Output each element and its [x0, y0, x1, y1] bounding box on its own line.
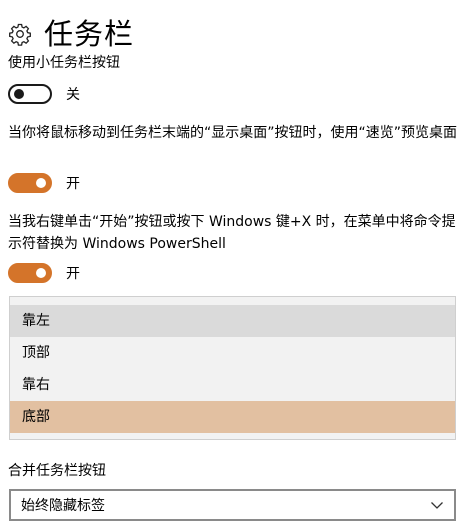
small-buttons-state: 关: [66, 87, 80, 103]
peek-state: 开: [66, 176, 80, 192]
combine-buttons-label: 合并任务栏按钮: [8, 463, 106, 479]
combine-buttons-select[interactable]: 始终隐藏标签: [9, 489, 456, 521]
combine-buttons-value: 始终隐藏标签: [21, 498, 105, 514]
page-header: 任务栏: [8, 14, 134, 54]
small-buttons-label: 使用小任务栏按钮: [8, 55, 120, 71]
peek-toggle-row: 开: [8, 171, 80, 195]
dropdown-option-right[interactable]: 靠右: [10, 369, 455, 401]
toggle-knob: [14, 89, 24, 99]
dropdown-option-bottom[interactable]: 底部: [10, 401, 455, 433]
page-title: 任务栏: [44, 17, 135, 51]
dropdown-option-left[interactable]: 靠左: [10, 305, 455, 337]
toggle-knob: [36, 268, 46, 278]
peek-toggle[interactable]: [8, 173, 52, 193]
taskbar-location-dropdown: 靠左 顶部 靠右 底部: [9, 296, 456, 440]
small-buttons-toggle-row: 关: [8, 82, 80, 106]
gear-icon: [9, 23, 31, 46]
peek-label: 当你将鼠标移动到任务栏末端的“显示桌面”按钮时，使用“速览”预览桌面: [8, 125, 458, 141]
small-buttons-toggle[interactable]: [8, 84, 52, 104]
toggle-knob: [36, 178, 46, 188]
powershell-toggle[interactable]: [8, 263, 52, 283]
powershell-toggle-row: 开: [8, 261, 80, 285]
powershell-label: 当我右键单击“开始”按钮或按下 Windows 键+X 时，在菜单中将命令提示符…: [8, 214, 456, 252]
powershell-state: 开: [66, 266, 80, 282]
chevron-down-icon: [431, 502, 443, 509]
dropdown-option-top[interactable]: 顶部: [10, 337, 455, 369]
